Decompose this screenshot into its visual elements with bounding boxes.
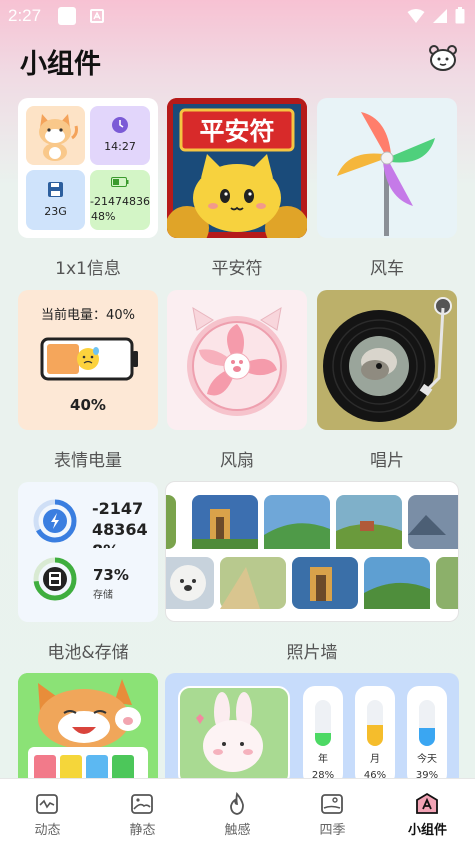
photo-wall-widget-card[interactable] — [165, 481, 459, 622]
bottom-navigation: 动态 静态 触感 四季 小组件 — [0, 778, 475, 846]
windmill-label: 风车 — [370, 259, 404, 279]
cat-piano-icon — [18, 673, 158, 783]
nav-tab-widgets[interactable]: 小组件 — [380, 779, 475, 846]
nav-label-touch: 触感 — [224, 823, 251, 838]
record-widget-card[interactable] — [317, 290, 457, 430]
cat-tile — [26, 106, 85, 165]
emoji-battery-widget-card[interactable]: 当前电量：40% 40% — [18, 290, 158, 430]
nav-label-static: 静态 — [129, 823, 156, 838]
progress-meter-name: 月 — [370, 754, 380, 765]
fan-label: 风扇 — [220, 451, 254, 471]
nav-label-dynamic: 动态 — [34, 823, 61, 838]
battery-value-text: -2147 48364 8% — [92, 498, 148, 548]
progress-meter-track — [367, 700, 383, 746]
emoji-battery-graphic — [40, 337, 138, 381]
progress-meter-fill — [419, 728, 435, 746]
cat-piano-widget-card[interactable] — [18, 673, 158, 783]
storage-caption: 存储 — [93, 590, 113, 601]
flame-icon — [230, 792, 244, 815]
status-bar: 2:27 — [0, 0, 475, 32]
bear-avatar-icon[interactable] — [428, 44, 458, 72]
battery-value-line1: -2147 — [92, 499, 144, 518]
wifi-icon — [407, 8, 425, 23]
info-widget-label: 1x1信息 — [55, 259, 121, 279]
page-title: 小组件 — [20, 49, 101, 80]
bunny-icon — [196, 692, 263, 772]
photo-row-2 — [166, 557, 458, 611]
emoji-battery-percent: 40% — [70, 396, 106, 414]
pinganfu-widget-card[interactable]: 平安符 — [167, 98, 307, 238]
nav-label-seasons: 四季 — [319, 823, 346, 838]
progress-meter-track — [419, 700, 435, 746]
battery-ring-icon — [33, 499, 77, 543]
info-widget-card[interactable]: 14:27 23G -21474836 48% — [18, 98, 158, 238]
widget-a-icon — [416, 792, 438, 814]
storage-percent-text: 73% — [93, 566, 129, 584]
floppy-disk-icon — [48, 182, 63, 197]
nav-tab-touch[interactable]: 触感 — [190, 779, 285, 846]
storage-tile: 23G — [26, 170, 85, 230]
nav-tab-static[interactable]: 静态 — [95, 779, 190, 846]
progress-meter-fill — [315, 733, 331, 746]
progress-meter: 年 28% — [303, 686, 343, 783]
storage-ring-icon — [33, 557, 77, 601]
battery-icon — [455, 7, 465, 24]
wave-picture-icon — [36, 794, 58, 814]
cat-sticker-icon — [39, 114, 78, 161]
battery-line1: -21474836 — [90, 195, 150, 208]
battery-value-line3: 8% — [92, 540, 148, 548]
season-picture-icon — [321, 794, 343, 814]
battery-value-line2: 48364 — [92, 520, 148, 539]
vinyl-record-icon — [323, 297, 452, 422]
status-time: 2:27 — [8, 6, 42, 25]
battery-line2: 48% — [91, 210, 116, 223]
clock-tile: 14:27 — [90, 106, 150, 165]
notification-square-icon — [58, 7, 76, 25]
fan-widget-card[interactable] — [167, 290, 307, 430]
progress-meter-track — [315, 700, 331, 746]
clock-icon — [112, 117, 128, 133]
bunny-photo — [178, 686, 290, 783]
nav-tab-dynamic[interactable]: 动态 — [0, 779, 95, 846]
record-label: 唱片 — [370, 451, 404, 471]
storage-text: 23G — [44, 205, 67, 218]
windmill-widget-card[interactable] — [317, 98, 457, 238]
battery-storage-widget-card[interactable]: -2147 48364 8% 73% 存储 — [18, 482, 158, 622]
progress-meter-fill — [367, 724, 383, 746]
notification-a-icon — [90, 9, 104, 23]
emoji-battery-header: 当前电量：40% — [41, 308, 135, 323]
progress-widget-card[interactable]: 年 28% 月 46% 今天 39% — [165, 673, 459, 783]
fan-icon — [187, 307, 287, 416]
battery-tile-icon — [111, 177, 129, 187]
emoji-battery-label: 表情电量 — [54, 451, 122, 471]
progress-meter-name: 今天 — [417, 754, 437, 765]
pinganfu-label: 平安符 — [211, 259, 263, 279]
clock-time-text: 14:27 — [104, 140, 136, 153]
nav-label-widgets: 小组件 — [407, 823, 447, 838]
pinganfu-banner-text: 平安符 — [199, 117, 275, 146]
progress-meter-name: 年 — [318, 754, 328, 765]
pinwheel-icon — [337, 112, 435, 236]
progress-meter: 今天 39% — [407, 686, 447, 783]
signal-icon — [433, 8, 447, 23]
photo-wall-label: 照片墙 — [286, 643, 338, 663]
nav-tab-seasons[interactable]: 四季 — [285, 779, 380, 846]
photo-row-1 — [166, 495, 458, 551]
battery-tile: -21474836 48% — [90, 170, 150, 230]
progress-meter: 月 46% — [355, 686, 395, 783]
landscape-picture-icon — [131, 794, 153, 814]
battery-storage-label: 电池&存储 — [47, 643, 129, 663]
